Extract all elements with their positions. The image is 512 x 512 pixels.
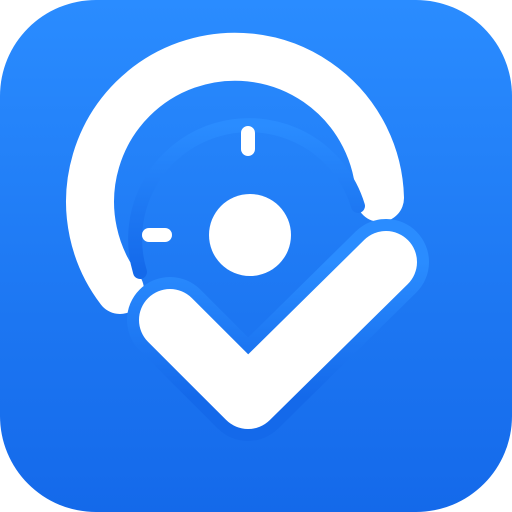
- target-check-icon: [0, 0, 512, 512]
- crosshair-top-tick: [241, 126, 255, 156]
- app-icon[interactable]: [0, 0, 512, 512]
- crosshair-left-tick: [142, 228, 172, 242]
- target-center-dot: [209, 194, 291, 276]
